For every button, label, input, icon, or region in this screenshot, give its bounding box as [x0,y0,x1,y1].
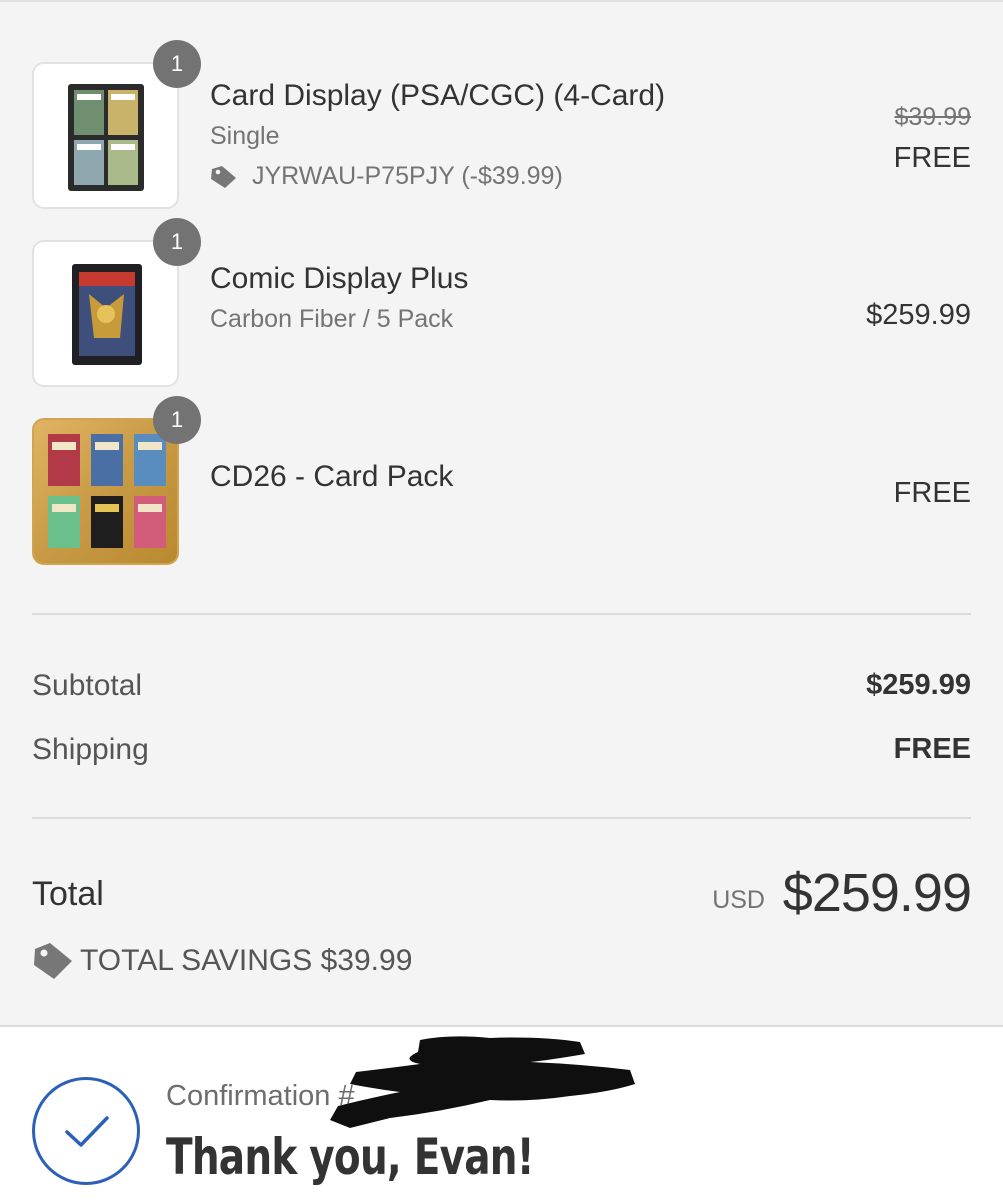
product-name: Card Display (PSA/CGC) (4-Card) [210,79,666,112]
shipping-value: FREE [893,733,971,765]
original-price: $39.99 [894,103,971,131]
total-savings-text: TOTAL SAVINGS $39.99 [80,944,413,977]
item-price: FREE [893,477,971,509]
discount-code-text: JYRWAU-P75PJY (-$39.99) [252,162,563,190]
tag-icon [211,165,236,188]
quantity-badge: 1 [153,396,201,444]
subtotal-label: Subtotal [32,669,143,702]
product-variant: Single [210,122,280,150]
card-display-image [68,84,144,191]
checkmark-circle-icon [32,1077,140,1185]
quantity-badge: 1 [153,218,201,266]
product-name: Comic Display Plus [210,262,469,295]
line-item: 1 CD26 - Card Pack FREE [32,396,971,568]
total-value: $259.99 [782,863,972,923]
item-price: $259.99 [866,299,971,331]
product-variant: Carbon Fiber / 5 Pack [210,305,454,333]
item-price: FREE [893,142,971,174]
redaction-scribble [330,1036,635,1128]
tag-icon [34,943,72,979]
product-name: CD26 - Card Pack [210,460,454,493]
comic-display-image [72,264,142,365]
currency-code: USD [712,886,765,914]
quantity-badge: 1 [153,40,201,88]
total-label: Total [32,875,104,913]
total-savings: TOTAL SAVINGS $39.99 [32,941,412,981]
product-thumbnail: 1 [32,40,201,209]
divider [32,817,971,819]
card-pack-image [48,434,166,548]
line-item: 1 Card Display (PSA/CGC) (4-Card) Single… [32,40,971,212]
subtotal-value: $259.99 [866,669,971,701]
product-thumbnail: 1 [32,396,201,565]
order-summary: 1 Card Display (PSA/CGC) (4-Card) Single… [0,0,1003,1027]
line-item: 1 Comic Display Plus Carbon Fiber / 5 Pa… [32,218,971,390]
product-thumbnail: 1 [32,218,201,387]
confirmation-number: Confirmation # [166,1080,355,1112]
discount-code: JYRWAU-P75PJY (-$39.99) [210,162,563,191]
shipping-label: Shipping [32,733,149,766]
thank-you-heading: Thank you, Evan! [166,1128,535,1186]
divider [32,613,971,615]
